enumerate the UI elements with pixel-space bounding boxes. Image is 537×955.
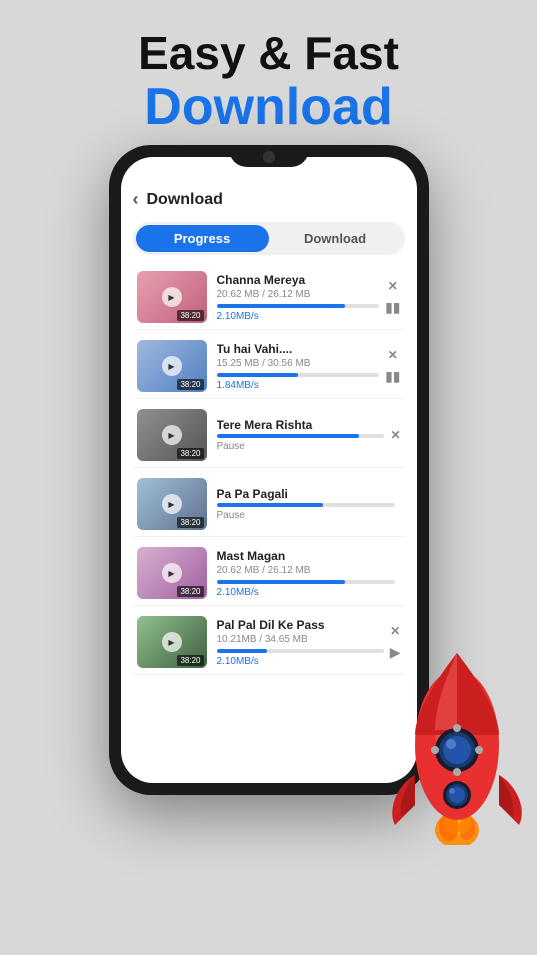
progress-bar-fill	[217, 649, 267, 653]
item-info: Tu hai Vahi.... 15.25 MB / 30.56 MB 1.84…	[217, 342, 380, 391]
progress-bar-fill	[217, 304, 345, 308]
item-speed: 1.84MB/s	[217, 380, 380, 391]
item-size: 20.62 MB / 26.12 MB	[217, 289, 380, 300]
item-info: Channa Mereya 20.62 MB / 26.12 MB 2.10MB…	[217, 273, 380, 322]
progress-bar-bg	[217, 503, 395, 507]
play-icon[interactable]: ▶	[162, 356, 182, 376]
thumb-duration: 38:20	[177, 655, 203, 666]
item-title: Pa Pa Pagali	[217, 487, 395, 501]
tab-progress[interactable]: Progress	[136, 225, 269, 252]
item-speed: 2.10MB/s	[217, 656, 384, 667]
header-line2: Download	[0, 79, 537, 136]
download-item: ▶ 38:20 Mast Magan 20.62 MB / 26.12 MB 2…	[133, 541, 405, 606]
download-item: ▶ 38:20 Tu hai Vahi.... 15.25 MB / 30.56…	[133, 334, 405, 399]
close-button[interactable]: ✕	[388, 279, 398, 293]
progress-bar-fill	[217, 503, 324, 507]
item-title: Tu hai Vahi....	[217, 342, 380, 356]
progress-bar-fill	[217, 373, 298, 377]
screen-title: Download	[147, 191, 223, 209]
download-item: ▶ 38:20 Channa Mereya 20.62 MB / 26.12 M…	[133, 265, 405, 330]
item-speed: 2.10MB/s	[217, 587, 395, 598]
item-size: 20.62 MB / 26.12 MB	[217, 565, 395, 576]
thumb-duration: 38:20	[177, 448, 203, 459]
download-item: ▶ 38:20 Pal Pal Dil Ke Pass 10.21MB / 34…	[133, 610, 405, 675]
tab-bar: Progress Download	[133, 222, 405, 255]
item-size: 10.21MB / 34.65 MB	[217, 634, 384, 645]
thumbnail: ▶ 38:20	[137, 547, 207, 599]
thumbnail: ▶ 38:20	[137, 616, 207, 668]
item-info: Pal Pal Dil Ke Pass 10.21MB / 34.65 MB 2…	[217, 618, 384, 667]
play-icon[interactable]: ▶	[162, 287, 182, 307]
header-line1: Easy & Fast	[0, 28, 537, 79]
progress-bar-bg	[217, 434, 385, 438]
thumbnail: ▶ 38:20	[137, 409, 207, 461]
thumbnail: ▶ 38:20	[137, 478, 207, 530]
item-action: ✕	[390, 428, 400, 442]
item-info: Pa Pa Pagali Pause	[217, 487, 395, 521]
item-speed: 2.10MB/s	[217, 311, 380, 322]
item-info: Tere Mera Rishta Pause	[217, 418, 385, 452]
item-action: ✕ ▮▮	[385, 348, 400, 385]
rocket-container	[377, 635, 537, 855]
close-button[interactable]: ✕	[390, 428, 400, 442]
thumbnail: ▶ 38:20	[137, 340, 207, 392]
play-icon[interactable]: ▶	[162, 494, 182, 514]
item-action: ✕ ▮▮	[385, 279, 400, 316]
item-title: Tere Mera Rishta	[217, 418, 385, 432]
item-title: Pal Pal Dil Ke Pass	[217, 618, 384, 632]
item-status: Pause	[217, 510, 395, 521]
progress-bar-fill	[217, 434, 360, 438]
item-size: 15.25 MB / 30.56 MB	[217, 358, 380, 369]
screen-header: ‹ Download	[133, 189, 405, 210]
item-info: Mast Magan 20.62 MB / 26.12 MB 2.10MB/s	[217, 549, 395, 598]
play-icon[interactable]: ▶	[162, 563, 182, 583]
phone-screen: ‹ Download Progress Download ▶ 38:20	[121, 157, 417, 783]
thumbnail: ▶ 38:20	[137, 271, 207, 323]
header: Easy & Fast Download	[0, 0, 537, 136]
close-button[interactable]: ✕	[388, 348, 398, 362]
tab-download[interactable]: Download	[269, 225, 402, 252]
item-title: Channa Mereya	[217, 273, 380, 287]
progress-bar-bg	[217, 304, 380, 308]
pause-button[interactable]: ▮▮	[385, 368, 400, 385]
item-status: Pause	[217, 441, 385, 452]
play-icon[interactable]: ▶	[162, 632, 182, 652]
phone-camera	[263, 151, 275, 163]
pause-button[interactable]: ▮▮	[385, 299, 400, 316]
thumb-duration: 38:20	[177, 517, 203, 528]
download-list: ▶ 38:20 Channa Mereya 20.62 MB / 26.12 M…	[133, 265, 405, 675]
thumb-duration: 38:20	[177, 310, 203, 321]
progress-bar-fill	[217, 580, 345, 584]
thumb-duration: 38:20	[177, 586, 203, 597]
phone-notch	[229, 145, 309, 167]
download-item: ▶ 38:20 Tere Mera Rishta Pause ✕	[133, 403, 405, 468]
download-item: ▶ 38:20 Pa Pa Pagali Pause	[133, 472, 405, 537]
progress-bar-bg	[217, 580, 395, 584]
progress-bar-bg	[217, 649, 384, 653]
thumb-duration: 38:20	[177, 379, 203, 390]
progress-bar-bg	[217, 373, 380, 377]
play-icon[interactable]: ▶	[162, 425, 182, 445]
back-button[interactable]: ‹	[133, 189, 139, 210]
item-title: Mast Magan	[217, 549, 395, 563]
